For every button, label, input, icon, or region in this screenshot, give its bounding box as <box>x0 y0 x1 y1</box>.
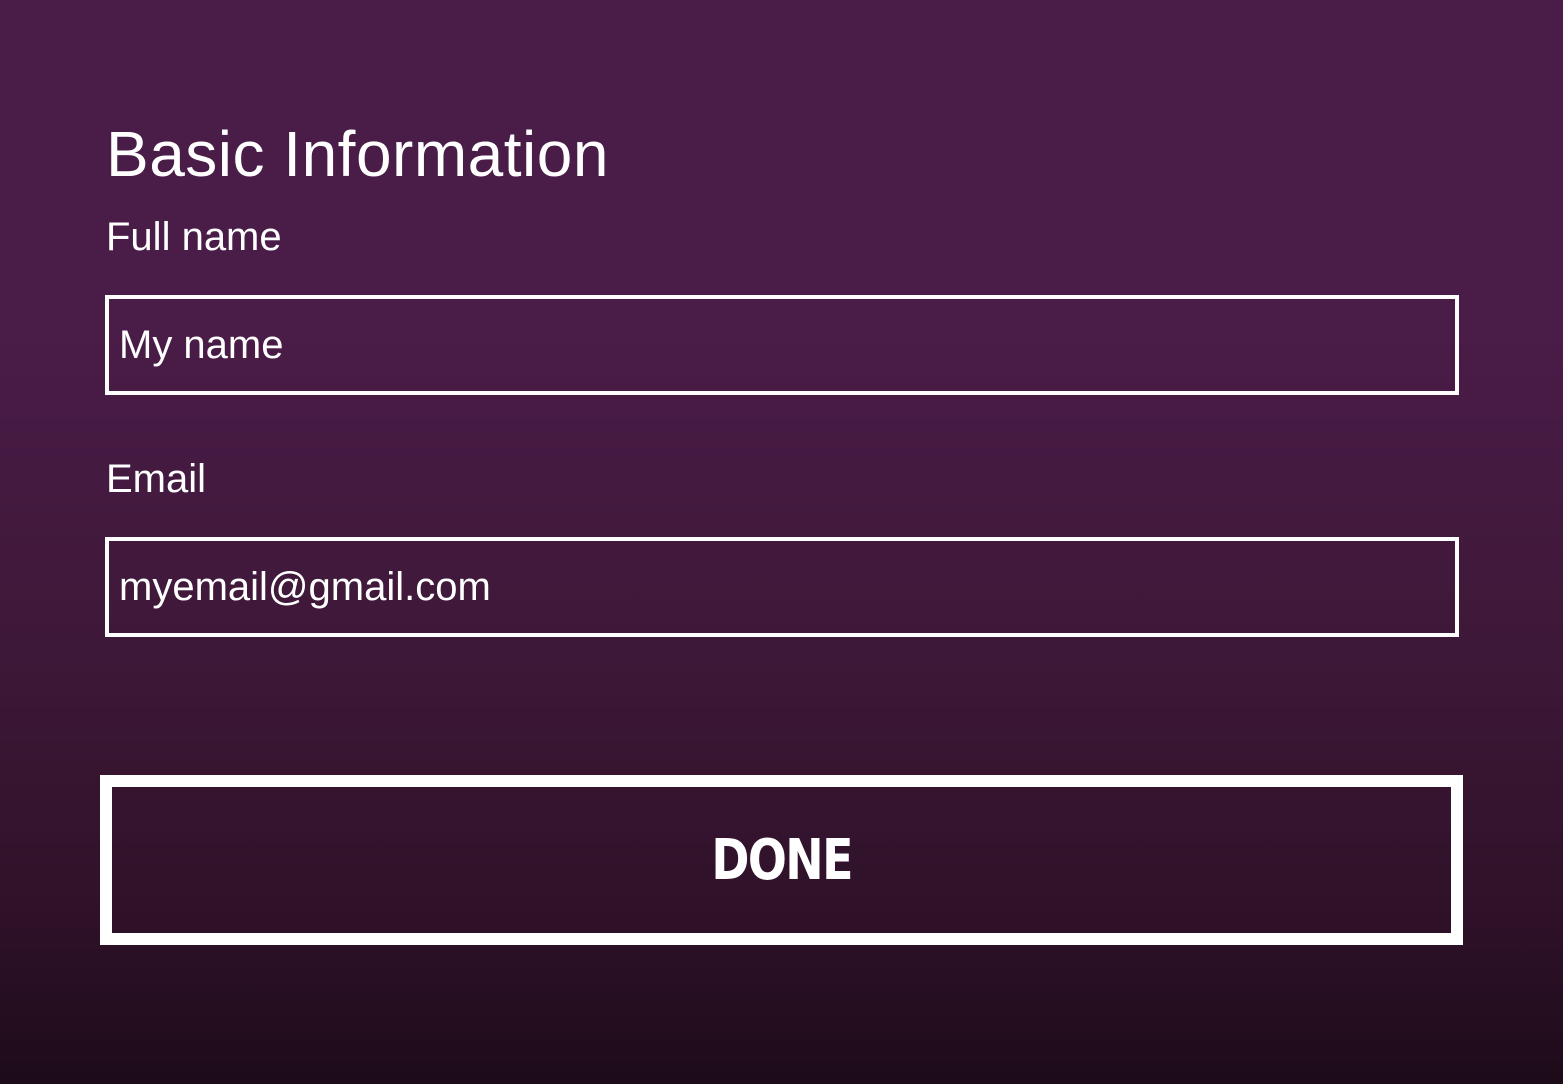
done-button-label: DONE <box>711 827 853 893</box>
done-button[interactable]: DONE <box>100 775 1463 945</box>
full-name-input[interactable] <box>105 295 1459 395</box>
email-label: Email <box>106 457 207 501</box>
page-title: Basic Information <box>106 118 609 190</box>
email-input[interactable] <box>105 537 1459 637</box>
full-name-label: Full name <box>106 215 282 259</box>
form-screen: Basic Information Full name Email DONE <box>0 0 1563 1084</box>
